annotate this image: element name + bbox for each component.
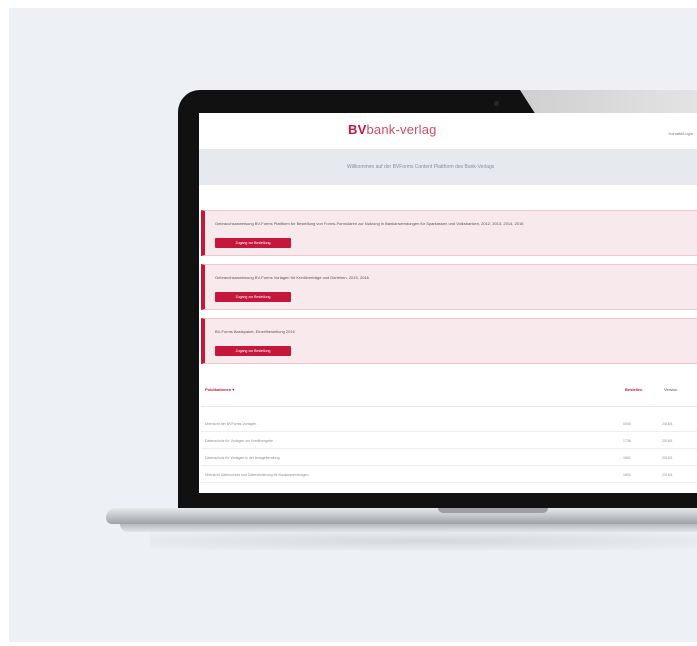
logo-mark: BV: [348, 122, 367, 137]
table-row[interactable]: Datenschutz für Vorlagen zur Kreditverga…: [201, 432, 697, 449]
card-text: BV-Forms Basispaket, Einzelbestellung 20…: [215, 329, 295, 334]
column-header-version[interactable]: Version: [664, 387, 677, 392]
column-header-title[interactable]: Publikationen ▾: [205, 387, 234, 392]
row-title: Datenschutz für Vorlagen in der Anlagebe…: [205, 456, 280, 460]
publication-card: Gebrauchsanweisung BV-Forms Plattform fü…: [201, 210, 697, 256]
bank-verlag-logo[interactable]: BVbank-verlag: [348, 122, 437, 137]
row-title: Übersicht Datenschutz und Datensicherung…: [205, 473, 309, 477]
order-access-button[interactable]: Zugang zur Bestellung: [215, 238, 291, 248]
table-row[interactable]: Übersicht der BVForms-Vorlagen 0000 2016…: [201, 415, 697, 432]
publication-card: Gebrauchsanweisung BV-Forms Vorlagen für…: [201, 264, 697, 310]
row-order-number: 0000: [623, 422, 631, 426]
table-row[interactable]: Übersicht Datenschutz und Datensicherung…: [201, 466, 697, 483]
row-title: Datenschutz für Vorlagen zur Kreditverga…: [205, 439, 273, 443]
row-version: 2016/1: [662, 439, 673, 443]
column-header-order-number[interactable]: Bestellnr.: [625, 387, 643, 392]
laptop-screen: BVbank-verlag Kontakt/Login Willkommen a…: [199, 113, 697, 493]
header-link[interactable]: Kontakt/Login: [669, 131, 693, 136]
table-divider: [201, 406, 697, 407]
row-version: 2016/1: [662, 422, 673, 426]
table-header: Publikationen ▾ Bestellnr. Version: [205, 387, 697, 397]
table-row[interactable]: Datenschutz für Vorlagen in der Anlagebe…: [201, 449, 697, 466]
order-access-button[interactable]: Zugang zur Bestellung: [215, 346, 291, 356]
laptop-base: [106, 508, 697, 524]
welcome-text: Willkommen auf der BVForms Content Platt…: [347, 164, 495, 170]
webcam-icon: [494, 101, 499, 106]
row-version: 2016/1: [662, 473, 673, 477]
row-order-number: 1801: [623, 456, 631, 460]
laptop-shadow: [150, 532, 697, 550]
publication-card: BV-Forms Basispaket, Einzelbestellung 20…: [201, 318, 697, 364]
row-order-number: 1736: [623, 439, 631, 443]
row-title: Übersicht der BVForms-Vorlagen: [205, 422, 257, 426]
laptop-hinge-notch: [438, 508, 548, 513]
lid-reflection: [520, 90, 697, 115]
logo-word: bank-verlag: [366, 122, 437, 137]
card-text: Gebrauchsanweisung BV-Forms Vorlagen für…: [215, 275, 369, 280]
card-text: Gebrauchsanweisung BV-Forms Plattform fü…: [215, 221, 524, 226]
row-order-number: 1801: [623, 473, 631, 477]
laptop-base-lip: [120, 524, 697, 532]
site-header: BVbank-verlag Kontakt/Login: [199, 113, 697, 149]
row-version: 2016/1: [662, 456, 673, 460]
order-access-button[interactable]: Zugang zur Bestellung: [215, 292, 291, 302]
